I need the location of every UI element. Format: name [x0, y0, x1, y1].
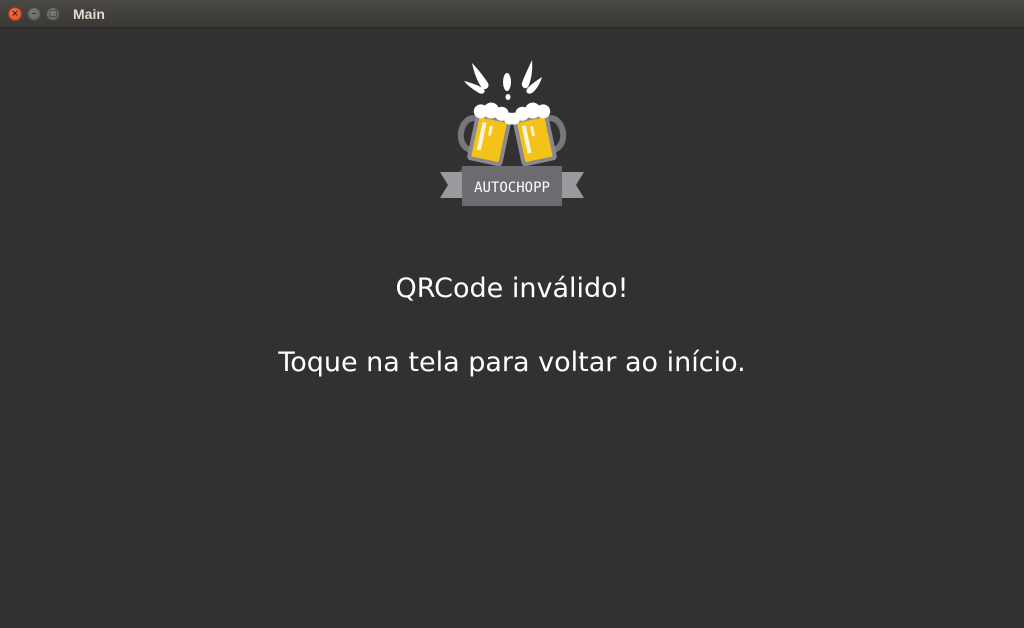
maximize-window-button[interactable]: □ [46, 7, 60, 21]
minimize-window-button[interactable]: – [27, 7, 41, 21]
splash-icon [464, 60, 542, 100]
close-icon: × [11, 9, 19, 19]
instruction-text: Toque na tela para voltar ao início. [278, 347, 746, 378]
autochopp-logo: AUTOCHOPP [440, 60, 584, 206]
left-beer-mug-icon [457, 102, 516, 167]
window-title: Main [73, 6, 105, 22]
logo-banner: AUTOCHOPP [440, 166, 584, 206]
maximize-icon: □ [48, 9, 58, 19]
minimize-icon: – [31, 9, 37, 19]
logo-text: AUTOCHOPP [474, 180, 550, 196]
title-bar[interactable]: × – □ Main [0, 0, 1024, 28]
close-window-button[interactable]: × [8, 7, 22, 21]
app-window[interactable]: × – □ Main AUTOCHOPP QRCode inválido! To… [0, 0, 1024, 628]
error-message: QRCode inválido! [395, 273, 629, 304]
right-beer-mug-icon [508, 102, 567, 167]
